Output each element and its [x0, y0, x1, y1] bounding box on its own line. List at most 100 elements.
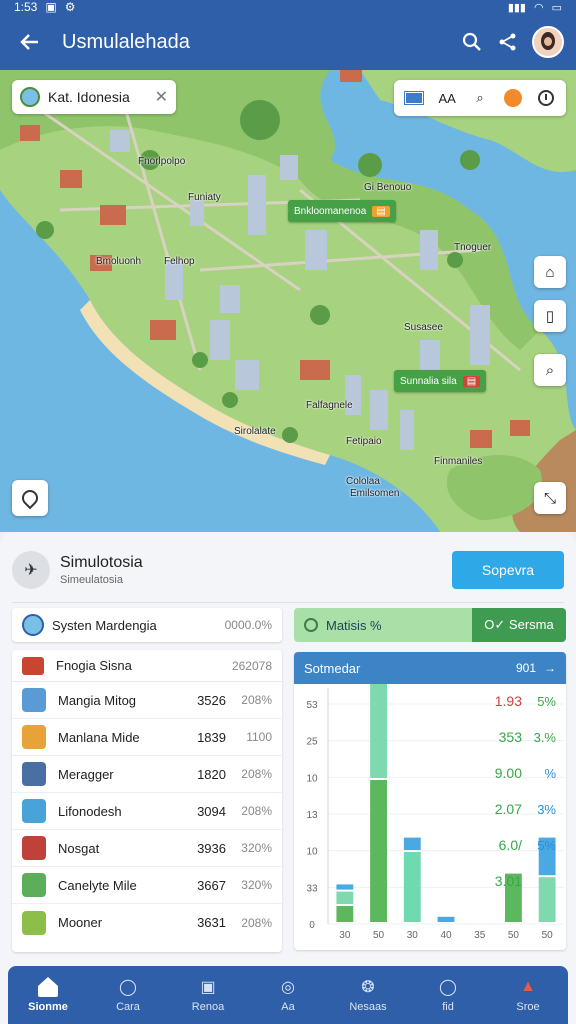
chart-value: 3.01: [495, 873, 522, 889]
nav-label: Nesaas: [349, 1001, 387, 1013]
x-tick-label: 50: [508, 930, 520, 941]
location-button[interactable]: [12, 480, 48, 516]
text-size-label: AA: [438, 90, 456, 106]
map-tag-badge: ▤: [462, 375, 481, 387]
chart-bar: [437, 916, 455, 922]
nav-label: fid: [442, 1001, 454, 1013]
back-button[interactable]: [12, 24, 48, 60]
map-search-box[interactable]: Kat. Idonesia ✕: [12, 80, 176, 114]
search-button[interactable]: [454, 24, 490, 60]
row-name: Meragger: [58, 766, 114, 782]
expand-icon: ⤡: [543, 489, 556, 507]
nav-item-home[interactable]: Sionme: [16, 977, 80, 1013]
chart-bar: [370, 684, 387, 778]
signal-icon: ▮▮▮: [507, 1, 526, 14]
nav-item-user[interactable]: ◯ fid: [416, 977, 480, 1013]
x-tick-label: 40: [440, 930, 452, 941]
people-icon: ❂: [361, 979, 375, 996]
arrow-right-icon[interactable]: →: [544, 661, 556, 675]
map-tag-label: Sunnalia sila: [400, 375, 457, 387]
home-map-button[interactable]: ⌂: [534, 256, 566, 288]
status-left-label: Matisis %: [326, 617, 382, 633]
house-icon: ⌂: [545, 263, 555, 281]
nav-item-compass[interactable]: ◎ Aa: [256, 977, 320, 1013]
status-toggle[interactable]: Matisis % O✓ Sersma: [294, 608, 566, 642]
map-view[interactable]: Kat. Idonesia ✕ AA ⌕ Fnorlpolpo Funiaty …: [0, 70, 576, 532]
app-title: Usmulalehada: [62, 30, 190, 53]
nav-item-settings[interactable]: ▲ Sroe: [496, 977, 560, 1013]
chart-percent: 5%: [537, 694, 556, 709]
wifi-icon: ◠: [533, 1, 544, 14]
table-row[interactable]: Manlana Mide 1839 1100: [12, 719, 282, 756]
expand-button[interactable]: ⤡: [534, 482, 566, 514]
table-header-name: Fnogia Sisna: [56, 658, 132, 673]
y-tick-label: 10: [306, 773, 318, 784]
bar-chart: 53 25 10 13 10 33 0 30 50 30 40 35 50 50 1.93 5% 353 3.% 9…: [306, 684, 564, 941]
primary-action-button[interactable]: Sopevra: [452, 551, 564, 589]
nav-label: Cara: [116, 1001, 140, 1013]
row-percent: 320%: [241, 878, 272, 892]
map-label: Felhop: [164, 256, 195, 267]
map-label: Falfagnele: [306, 400, 353, 411]
stats-table: Fnogia Sisna 262078 Mangia Mitog 3526 208%…: [12, 650, 282, 952]
building-icon: [22, 656, 44, 675]
chart-value: 353: [499, 729, 523, 745]
row-name: Lifonodesh: [58, 803, 122, 819]
row-percent: 208%: [241, 767, 272, 781]
search-icon: ⌕: [476, 90, 484, 105]
nav-label: Sroe: [516, 1001, 540, 1013]
chart-card: Sotmedar 901 → 53 25 10 13 10 33 0 30 50 30 40 35 50…: [294, 652, 566, 950]
marker-button[interactable]: [502, 86, 524, 110]
zoom-button[interactable]: ⌕: [534, 354, 566, 386]
status-left[interactable]: Matisis %: [294, 608, 472, 642]
nav-item-people[interactable]: ❂ Nesaas: [336, 977, 400, 1013]
row-percent: 1100: [246, 730, 272, 744]
table-row[interactable]: Nosgat 3936 320%: [12, 830, 282, 867]
x-tick-label: 35: [474, 930, 486, 941]
status-right[interactable]: O✓ Sersma: [472, 608, 566, 642]
avatar[interactable]: [532, 26, 564, 58]
chart-value: 2.07: [495, 801, 522, 817]
share-button[interactable]: [490, 24, 526, 60]
text-size-button[interactable]: AA: [436, 86, 458, 110]
table-row[interactable]: Mooner 3631 208%: [12, 904, 282, 941]
nav-item-chart[interactable]: ▣ Renoa: [176, 977, 240, 1013]
history-button[interactable]: [535, 86, 557, 110]
row-percent: 208%: [241, 915, 272, 930]
search-icon: [462, 32, 481, 51]
table-row[interactable]: Canelyte Mile 3667 320%: [12, 867, 282, 904]
chart-bar: [336, 891, 354, 904]
settings-icon: ▲: [520, 978, 536, 995]
system-value: 0000.0%: [224, 618, 272, 632]
map-label: Finmaniles: [434, 456, 483, 467]
map-search-tool[interactable]: ⌕: [469, 86, 491, 110]
map-search-text: Kat. Idonesia: [48, 89, 130, 105]
nav-label: Sionme: [28, 1001, 68, 1013]
table-header-value: 262078: [231, 658, 272, 673]
globe-icon: [20, 87, 40, 107]
map-tag[interactable]: Bnkloomanenoa ▤: [288, 200, 396, 222]
app-bar: Usmulalehada: [0, 14, 576, 70]
system-name: Systen Mardengia: [52, 617, 157, 633]
x-tick-label: 50: [542, 930, 554, 941]
map-label: Cololaa: [346, 476, 380, 487]
y-tick-label: 10: [306, 847, 318, 858]
table-row[interactable]: Mangia Mitog 3526 208%: [12, 682, 282, 719]
clipboard-button[interactable]: ▯: [534, 300, 566, 332]
map-layer-button[interactable]: [403, 86, 425, 110]
row-name: Manlana Mide: [58, 729, 140, 745]
map-label: Gi Benouo: [364, 182, 412, 193]
map-label: Emilsomen: [350, 488, 400, 499]
nav-item-search[interactable]: ◯ Cara: [96, 977, 160, 1013]
status-bar: 1:53 ▣ ⚙ ▮▮▮ ◠ ▭: [0, 0, 576, 14]
map-canvas: [0, 70, 576, 532]
y-tick-label: 33: [306, 883, 318, 894]
bottom-navigation: Sionme ◯ Cara ▣ Renoa ◎ Aa ❂ Nesaas ◯ fid ▲ Sroe: [8, 966, 568, 1024]
table-row[interactable]: Meragger 1820 208%: [12, 756, 282, 793]
system-card[interactable]: Systen Mardengia 0000.0%: [12, 608, 282, 642]
close-icon[interactable]: ✕: [155, 87, 168, 107]
status-time: 1:53: [14, 0, 38, 14]
chart-bar: [403, 852, 421, 922]
map-tag[interactable]: Sunnalia sila ▤: [394, 370, 487, 392]
table-row[interactable]: Lifonodesh 3094 208%: [12, 793, 282, 830]
